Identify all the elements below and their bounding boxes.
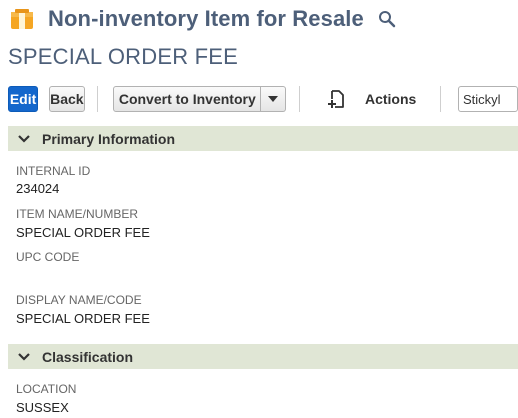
title-row: Non-inventory Item for Resale xyxy=(10,6,396,32)
convert-to-inventory-button[interactable]: Convert to Inventory xyxy=(113,86,262,112)
section-classification[interactable]: Classification xyxy=(8,344,518,369)
edit-button[interactable]: Edit xyxy=(8,86,39,112)
field-label-internal-id: INTERNAL ID xyxy=(16,164,91,178)
actions-menu[interactable]: Actions xyxy=(327,89,416,109)
toolbar-divider xyxy=(96,86,98,112)
field-label-upc-code: UPC CODE xyxy=(16,250,80,264)
chevron-down-icon xyxy=(18,352,30,361)
field-label-display-name: DISPLAY NAME/CODE xyxy=(16,293,142,307)
add-document-icon xyxy=(327,90,344,108)
field-value-location: SUSSEX xyxy=(16,400,69,415)
field-label-item-name: ITEM NAME/NUMBER xyxy=(16,207,139,221)
toolbar: Edit Back Convert to Inventory Actions xyxy=(8,85,518,113)
item-box-icon xyxy=(11,9,33,29)
section-title: Primary Information xyxy=(42,130,176,147)
field-label-location: LOCATION xyxy=(16,382,77,396)
sticky-notes-input[interactable] xyxy=(458,86,518,112)
page-title: Non-inventory Item for Resale xyxy=(48,6,364,31)
actions-label: Actions xyxy=(364,91,417,107)
field-value-item-name: SPECIAL ORDER FEE xyxy=(16,225,150,240)
search-icon[interactable] xyxy=(378,10,396,28)
chevron-down-icon xyxy=(18,134,30,143)
record-name: SPECIAL ORDER FEE xyxy=(8,44,238,69)
section-title: Classification xyxy=(42,348,134,365)
caret-down-icon xyxy=(268,96,279,102)
toolbar-divider xyxy=(440,86,441,112)
toolbar-divider xyxy=(299,86,300,112)
convert-menu-button[interactable] xyxy=(261,86,287,112)
field-value-display-name: SPECIAL ORDER FEE xyxy=(16,311,150,326)
field-value-internal-id: 234024 xyxy=(16,181,60,196)
convert-button-group: Convert to Inventory xyxy=(113,86,287,112)
section-primary-information[interactable]: Primary Information xyxy=(8,126,518,151)
back-button[interactable]: Back xyxy=(49,86,85,112)
